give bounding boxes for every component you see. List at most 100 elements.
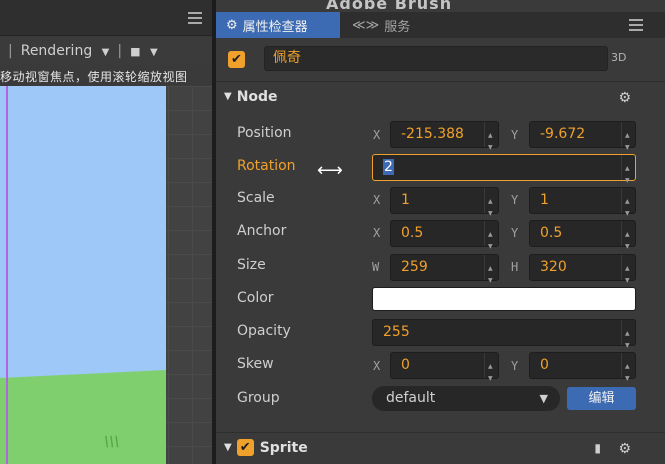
gear-icon: ⚙ xyxy=(226,17,238,33)
scale-y-axis: Y xyxy=(511,193,519,207)
group-label: Group xyxy=(237,390,280,406)
scale-y-input[interactable]: 1 xyxy=(529,187,636,226)
node-section-title: Node xyxy=(236,88,278,105)
grass-tuft-mark: \\\ xyxy=(102,434,121,450)
chevron-down-icon: ▼ xyxy=(101,47,110,58)
scene-sky-background xyxy=(0,86,166,386)
rotation-value: 2 xyxy=(383,159,394,175)
node-header: ✔ 佩奇 xyxy=(228,46,608,72)
toolbar-separator: | xyxy=(117,43,123,59)
size-label: Size xyxy=(237,257,266,273)
position-x-stepper[interactable] xyxy=(484,122,498,160)
tab-inspector-label: 属性检查器 xyxy=(242,19,308,35)
scale-y-stepper[interactable] xyxy=(621,188,635,226)
scene-grass-ground xyxy=(0,370,166,464)
anchor-x-input[interactable]: 0.5 xyxy=(390,220,499,259)
scale-x-stepper[interactable] xyxy=(484,188,498,226)
edit-group-button[interactable]: 编辑 xyxy=(567,387,636,410)
position-x-value: -215.388 xyxy=(401,126,464,142)
scene-hint-text: 移动视窗焦点，使用滚轮缩放视图 xyxy=(0,70,188,84)
size-width-input[interactable]: 259 xyxy=(390,254,499,293)
gear-icon[interactable]: ⚙ xyxy=(618,441,631,457)
anchor-x-value: 0.5 xyxy=(401,225,424,241)
camera-icon: ■ xyxy=(130,45,141,58)
node-name-input[interactable]: 佩奇 xyxy=(264,46,608,71)
opacity-stepper[interactable] xyxy=(621,320,635,358)
node-section-header[interactable]: ▼ Node ⚙ xyxy=(216,81,665,111)
scene-toolbar: | Rendering ▼ | ■ ▼ xyxy=(0,38,212,64)
skew-x-stepper[interactable] xyxy=(484,353,498,391)
inspector-menu-icon[interactable] xyxy=(629,19,643,31)
skew-x-axis: X xyxy=(373,359,381,373)
anchor-x-stepper[interactable] xyxy=(484,221,498,259)
color-picker-swatch[interactable] xyxy=(372,287,636,311)
scene-guide-line xyxy=(6,86,8,464)
anchor-y-stepper[interactable] xyxy=(621,221,635,259)
collapse-arrow-icon: ▼ xyxy=(224,442,232,453)
scale-x-value: 1 xyxy=(401,192,410,208)
scale-x-axis: X xyxy=(373,193,381,207)
size-width-value: 259 xyxy=(401,259,428,275)
inspector-panel: Adobe Brush ⚙ 属性检查器 ≪≫ 服务 ✔ 佩奇 3D ▼ Node… xyxy=(216,0,665,464)
group-select[interactable]: default ▼ xyxy=(372,386,560,411)
rotation-stepper[interactable] xyxy=(621,155,635,193)
code-icon: ≪≫ xyxy=(352,17,380,33)
sprite-enabled-checkbox[interactable]: ✔ xyxy=(236,439,254,456)
opacity-label: Opacity xyxy=(237,323,291,339)
skew-x-value: 0 xyxy=(401,357,410,373)
size-width-stepper[interactable] xyxy=(484,255,498,293)
sprite-section-title: Sprite xyxy=(259,439,308,456)
position-y-input[interactable]: -9.672 xyxy=(529,121,636,160)
size-height-value: 320 xyxy=(540,259,567,275)
skew-x-input[interactable]: 0 xyxy=(390,352,499,391)
rendering-dropdown[interactable]: Rendering ▼ xyxy=(21,43,110,59)
scale-label: Scale xyxy=(237,190,275,206)
camera-dropdown[interactable]: ■ ▼ xyxy=(130,43,158,59)
scale-y-value: 1 xyxy=(540,192,549,208)
chevron-down-icon: ▼ xyxy=(149,47,158,58)
watermark: Adobe Brush xyxy=(326,0,453,12)
position-y-axis: Y xyxy=(511,128,519,142)
position-x-axis: X xyxy=(373,128,381,142)
toolbar-separator: | xyxy=(8,43,13,59)
tab-inspector[interactable]: ⚙ 属性检查器 xyxy=(216,12,340,38)
rendering-label: Rendering xyxy=(20,43,93,59)
position-y-value: -9.672 xyxy=(540,126,586,142)
scene-panel: | Rendering ▼ | ■ ▼ 移动视窗焦点，使用滚轮缩放视图 \\\ xyxy=(0,0,212,464)
gear-icon[interactable]: ⚙ xyxy=(618,90,631,106)
size-h-axis: H xyxy=(511,260,519,274)
scene-menu-icon[interactable] xyxy=(188,12,202,24)
position-y-stepper[interactable] xyxy=(621,122,635,160)
tab-services-label: 服务 xyxy=(384,19,411,35)
anchor-y-input[interactable]: 0.5 xyxy=(529,220,636,259)
3d-toggle[interactable]: 3D xyxy=(611,51,626,64)
position-label: Position xyxy=(237,125,292,141)
chevron-down-icon: ▼ xyxy=(539,392,548,405)
size-height-stepper[interactable] xyxy=(621,255,635,293)
skew-y-input[interactable]: 0 xyxy=(529,352,636,391)
scene-title-bar xyxy=(0,0,212,36)
skew-label: Skew xyxy=(237,356,274,372)
skew-y-axis: Y xyxy=(511,359,519,373)
scale-x-input[interactable]: 1 xyxy=(390,187,499,226)
anchor-y-value: 0.5 xyxy=(540,225,563,241)
node-active-checkbox[interactable]: ✔ xyxy=(228,50,245,68)
tab-services[interactable]: ≪≫ 服务 xyxy=(344,12,434,38)
position-x-input[interactable]: -215.388 xyxy=(390,121,499,160)
inspector-tab-bar: ⚙ 属性检查器 ≪≫ 服务 xyxy=(216,12,665,38)
resize-cursor-icon: ⟷ xyxy=(317,160,343,181)
rotation-input[interactable]: 2 xyxy=(372,154,636,193)
size-height-input[interactable]: 320 xyxy=(529,254,636,293)
anchor-x-axis: X xyxy=(373,226,381,240)
skew-y-stepper[interactable] xyxy=(621,353,635,391)
opacity-input[interactable]: 255 xyxy=(372,319,636,358)
color-label: Color xyxy=(237,290,274,306)
anchor-y-axis: Y xyxy=(511,226,519,240)
size-w-axis: W xyxy=(372,260,380,274)
rotation-label: Rotation xyxy=(237,158,296,174)
skew-y-value: 0 xyxy=(540,357,549,373)
group-selected-value: default xyxy=(386,390,436,406)
book-icon[interactable]: ▮ xyxy=(594,441,601,455)
anchor-label: Anchor xyxy=(237,223,287,239)
sprite-section-header[interactable]: ▼ ✔ Sprite ▮ ⚙ xyxy=(216,432,665,462)
